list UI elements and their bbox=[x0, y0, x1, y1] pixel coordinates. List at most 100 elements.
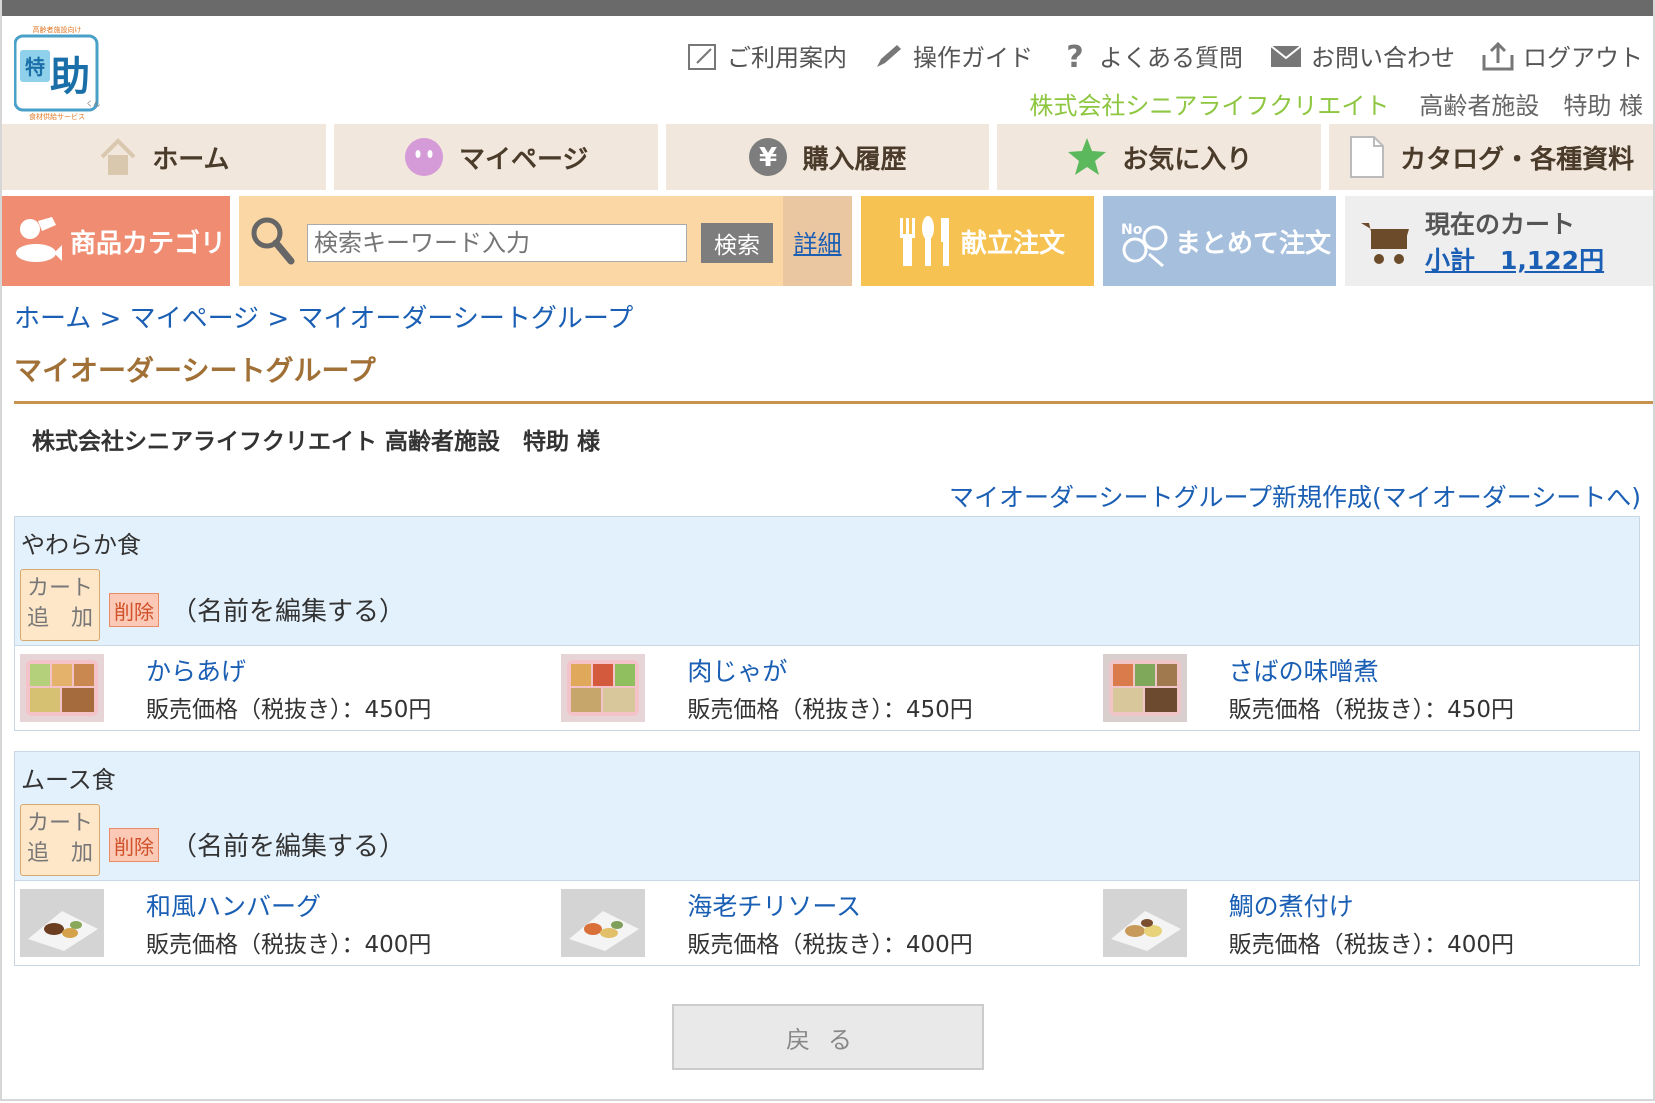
product-name-link[interactable]: 肉じゃが bbox=[687, 652, 787, 688]
cart-add-label-line1: カート bbox=[26, 811, 93, 836]
nav-history[interactable]: ¥ 購入履歴 bbox=[665, 124, 990, 190]
product-thumbnail[interactable] bbox=[1102, 889, 1187, 957]
product-thumbnail[interactable] bbox=[20, 889, 104, 957]
product-thumbnail[interactable] bbox=[561, 654, 646, 722]
cutlery-icon bbox=[900, 216, 949, 266]
cart-add-button[interactable]: カート 追 加 bbox=[20, 569, 100, 641]
product-name-link[interactable]: 和風ハンバーグ bbox=[146, 887, 321, 923]
cart-add-button[interactable]: カート 追 加 bbox=[20, 804, 100, 876]
nav-favorites-label: お気に入り bbox=[1122, 144, 1253, 175]
home-icon bbox=[100, 138, 136, 175]
utility-links: ご利用案内 操作ガイド ? よくある質問 お問い合わせ ログアウト bbox=[687, 38, 1643, 73]
cart-title: 現在のカート bbox=[1425, 210, 1576, 239]
product-thumbnail[interactable] bbox=[1102, 654, 1187, 722]
group-items: 和風ハンバーグ 販売価格（税抜き）：400円 海老チリソース 販売価格（税抜き）… bbox=[15, 881, 1639, 965]
nav-home[interactable]: ホーム bbox=[2, 124, 326, 190]
logout-label: ログアウト bbox=[1523, 44, 1643, 72]
menu-order-label: 献立注文 bbox=[961, 228, 1066, 259]
user-facility: 高齢者施設 特助 様 bbox=[1419, 92, 1643, 120]
edit-name-link[interactable]: （名前を編集する） bbox=[171, 591, 405, 628]
operation-guide-link[interactable]: 操作ガイド bbox=[873, 38, 1033, 73]
product-name-link[interactable]: からあげ bbox=[146, 652, 246, 688]
contact-link[interactable]: お問い合わせ bbox=[1269, 38, 1455, 73]
search-icon bbox=[251, 217, 295, 265]
svg-text:くん: くん bbox=[86, 100, 100, 108]
logout-link[interactable]: ログアウト bbox=[1481, 38, 1643, 73]
group-name: ムース食 bbox=[21, 766, 116, 794]
product-name-link[interactable]: 鯛の煮付け bbox=[1229, 887, 1354, 923]
breadcrumb-separator: > bbox=[99, 304, 122, 334]
svg-text:¥: ¥ bbox=[759, 143, 777, 173]
product-item: 海老チリソース 販売価格（税抜き）：400円 bbox=[556, 881, 1097, 965]
yen-icon: ¥ bbox=[749, 138, 788, 176]
edit-name-link[interactable]: （名前を編集する） bbox=[171, 826, 405, 863]
contact-label: お問い合わせ bbox=[1311, 44, 1455, 72]
breadcrumb-separator: > bbox=[267, 304, 290, 334]
group-header: ムース食 カート 追 加 削除 （名前を編集する） bbox=[15, 752, 1639, 881]
page: 高齢者施設向け 特 助 くん 食材供給サービス ご利用案内 操作ガイド ? よく… bbox=[0, 0, 1655, 1101]
back-button[interactable]: 戻る bbox=[672, 1004, 984, 1070]
breadcrumb: ホーム > マイページ > マイオーダーシートグループ bbox=[14, 298, 1653, 335]
breadcrumb-home[interactable]: ホーム bbox=[14, 304, 91, 334]
main-nav: ホーム マイページ ¥ 購入履歴 お気に入り カタログ・各種資料 bbox=[2, 124, 1653, 190]
product-price: 販売価格（税抜き）：400円 bbox=[146, 932, 432, 958]
svg-text:高齢者施設向け: 高齢者施設向け bbox=[33, 25, 82, 34]
new-group-link[interactable]: マイオーダーシートグループ新規作成(マイオーダーシートへ) bbox=[949, 478, 1641, 514]
product-category-button[interactable]: 商品カテゴリ bbox=[2, 196, 230, 286]
breadcrumb-mypage[interactable]: マイページ bbox=[130, 304, 259, 334]
cart-subtotal-link[interactable]: 小計 1,122円 bbox=[1425, 241, 1604, 277]
customer-name: 株式会社シニアライフクリエイト 高齢者施設 特助 様 bbox=[32, 429, 601, 455]
product-price: 販売価格（税抜き）：450円 bbox=[146, 697, 432, 723]
page-title: マイオーダーシートグループ bbox=[14, 349, 1653, 404]
header: 高齢者施設向け 特 助 くん 食材供給サービス ご利用案内 操作ガイド ? よく… bbox=[2, 16, 1653, 124]
order-group: やわらか食 カート 追 加 削除 （名前を編集する） からあげ 販売価格（税抜き… bbox=[14, 516, 1640, 731]
face-icon bbox=[404, 138, 443, 176]
nav-mypage-label: マイページ bbox=[458, 144, 589, 175]
search-input[interactable] bbox=[307, 224, 687, 262]
product-item: からあげ 販売価格（税抜き）：450円 bbox=[15, 646, 556, 730]
logout-icon bbox=[1482, 41, 1514, 70]
guide-link[interactable]: ご利用案内 bbox=[687, 38, 847, 73]
product-thumbnail[interactable] bbox=[20, 654, 104, 722]
star-icon bbox=[1068, 138, 1107, 175]
product-item: さばの味噌煮 販売価格（税抜き）：450円 bbox=[1098, 646, 1639, 730]
bulk-order-label: まとめて注文 bbox=[1175, 228, 1332, 259]
product-item: 鯛の煮付け 販売価格（税抜き）：400円 bbox=[1098, 881, 1639, 965]
question-icon: ? bbox=[1066, 41, 1083, 71]
search-button[interactable]: 検索 bbox=[701, 223, 773, 263]
cart-add-label-line1: カート bbox=[26, 576, 93, 601]
product-category-label: 商品カテゴリ bbox=[70, 228, 227, 259]
svg-text:?: ? bbox=[1066, 41, 1083, 71]
svg-text:助: 助 bbox=[50, 54, 90, 100]
guide-link-label: ご利用案内 bbox=[727, 44, 847, 72]
nav-favorites[interactable]: お気に入り bbox=[997, 124, 1322, 190]
nav-history-label: 購入履歴 bbox=[802, 144, 907, 175]
product-name-link[interactable]: さばの味噌煮 bbox=[1229, 652, 1379, 688]
detail-search-link[interactable]: 詳細 bbox=[794, 224, 842, 259]
cart-add-label-line2: 追 加 bbox=[26, 606, 93, 631]
faq-link[interactable]: ? よくある質問 bbox=[1059, 38, 1243, 73]
cart-icon bbox=[1361, 223, 1409, 264]
edit-box-icon bbox=[688, 43, 716, 70]
nav-catalog[interactable]: カタログ・各種資料 bbox=[1329, 124, 1653, 190]
order-group: ムース食 カート 追 加 削除 （名前を編集する） 和風ハンバーグ 販売価格（税… bbox=[14, 751, 1640, 966]
site-logo[interactable]: 高齢者施設向け 特 助 くん 食材供給サービス bbox=[14, 24, 100, 120]
product-thumbnail[interactable] bbox=[561, 889, 646, 957]
breadcrumb-current[interactable]: マイオーダーシートグループ bbox=[297, 304, 633, 334]
nav-home-label: ホーム bbox=[152, 144, 230, 175]
toolbar: 商品カテゴリ 検索 詳細 献立注文 No. まとめて注文 現在のカート 小計 1… bbox=[2, 196, 1653, 286]
bulk-order-icon: No. bbox=[1121, 222, 1168, 268]
nav-mypage[interactable]: マイページ bbox=[333, 124, 658, 190]
bulk-order-button[interactable]: No. まとめて注文 bbox=[1103, 196, 1336, 286]
product-name-link[interactable]: 海老チリソース bbox=[687, 887, 861, 923]
product-item: 肉じゃが 販売価格（税抜き）：450円 bbox=[556, 646, 1097, 730]
product-price: 販売価格（税抜き）：450円 bbox=[687, 697, 973, 723]
svg-text:食材供給サービス: 食材供給サービス bbox=[29, 112, 85, 120]
menu-order-button[interactable]: 献立注文 bbox=[861, 196, 1094, 286]
mail-icon bbox=[1270, 44, 1302, 67]
delete-button[interactable]: 削除 bbox=[109, 828, 159, 862]
delete-button[interactable]: 削除 bbox=[109, 593, 159, 627]
faq-label: よくある質問 bbox=[1099, 44, 1243, 72]
user-company: 株式会社シニアライフクリエイト bbox=[1029, 92, 1390, 120]
current-cart[interactable]: 現在のカート 小計 1,122円 bbox=[1345, 196, 1653, 286]
